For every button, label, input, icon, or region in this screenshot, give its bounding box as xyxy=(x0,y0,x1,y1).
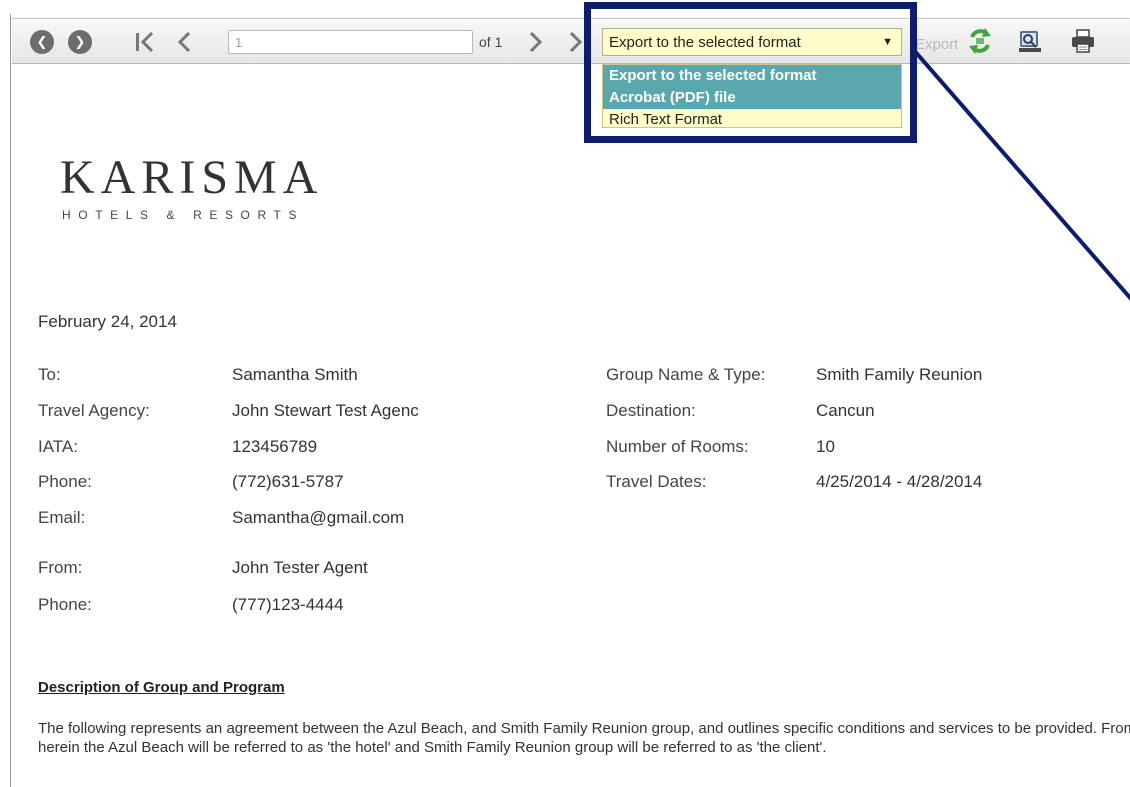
field-value: Samantha@gmail.com xyxy=(232,508,405,527)
field-label: IATA: xyxy=(38,437,78,456)
field-label: Travel Agency: xyxy=(38,401,150,420)
field-label: Travel Dates: xyxy=(606,472,707,491)
field-label: From: xyxy=(38,558,83,577)
field-value: 10 xyxy=(816,437,835,456)
export-format-dropdown: Export to the selected format Acrobat (P… xyxy=(602,64,902,128)
previous-page-button[interactable] xyxy=(176,29,192,55)
document-date: February 24, 2014 xyxy=(38,312,177,331)
search-icon[interactable] xyxy=(1017,28,1043,54)
field-value: John Stewart Test Agenc xyxy=(232,401,419,420)
dropdown-option-export-selected[interactable]: Export to the selected format xyxy=(603,65,901,87)
field-value: 4/25/2014 - 4/28/2014 xyxy=(816,472,983,491)
field-value: John Tester Agent xyxy=(232,558,368,577)
first-page-button[interactable] xyxy=(134,29,156,55)
field-value: (772)631-5787 xyxy=(232,472,344,491)
export-button[interactable]: Export xyxy=(915,36,958,53)
callout-pointer-line xyxy=(910,46,1130,301)
last-page-button[interactable] xyxy=(568,29,584,55)
logo-main-text: KARISMA xyxy=(60,151,324,204)
back-button[interactable]: ❮ xyxy=(30,29,54,55)
refresh-icon[interactable] xyxy=(967,27,993,55)
field-label: Destination: xyxy=(606,401,696,420)
karisma-logo: KARISMA HOTELS & RESORTS xyxy=(60,150,323,222)
report-toolbar: ❮ ❯ of 1 Export t xyxy=(12,18,1130,64)
first-page-icon xyxy=(136,31,154,53)
field-label: Phone: xyxy=(38,472,92,491)
next-page-button[interactable] xyxy=(528,29,544,55)
export-format-select[interactable]: Export to the selected format ▼ xyxy=(602,28,902,56)
next-page-icon xyxy=(529,31,543,53)
description-paragraph: The following represents an agreement be… xyxy=(38,720,1130,756)
field-value: 123456789 xyxy=(232,437,318,456)
field-value: Samantha Smith xyxy=(232,365,358,384)
field-value: Cancun xyxy=(816,401,875,420)
last-page-icon xyxy=(569,31,583,53)
dropdown-option-rtf[interactable]: Rich Text Format xyxy=(603,109,901,127)
forward-circle-icon: ❯ xyxy=(68,30,92,54)
back-circle-icon: ❮ xyxy=(30,30,54,54)
chevron-down-icon: ▼ xyxy=(882,36,893,48)
section-heading: Description of Group and Program xyxy=(38,679,285,696)
left-border xyxy=(10,14,11,787)
report-viewer: ❮ ❯ of 1 Export t xyxy=(0,0,1130,787)
page-count-label: of 1 xyxy=(479,34,503,50)
export-select-value: Export to the selected format xyxy=(609,33,801,51)
page-number-input[interactable] xyxy=(228,30,473,54)
logo-sub-text: HOTELS & RESORTS xyxy=(62,208,305,222)
field-label: Number of Rooms: xyxy=(606,437,749,456)
field-value: (777)123-4444 xyxy=(232,595,344,614)
field-label: To: xyxy=(38,365,61,384)
field-label: Group Name & Type: xyxy=(606,365,766,384)
dropdown-option-pdf[interactable]: Acrobat (PDF) file xyxy=(603,87,901,109)
field-value: Smith Family Reunion xyxy=(816,365,983,384)
print-icon[interactable] xyxy=(1070,28,1096,54)
field-label: Email: xyxy=(38,508,86,527)
forward-button[interactable]: ❯ xyxy=(68,29,92,55)
field-label: Phone: xyxy=(38,595,92,614)
previous-page-icon xyxy=(177,31,191,53)
